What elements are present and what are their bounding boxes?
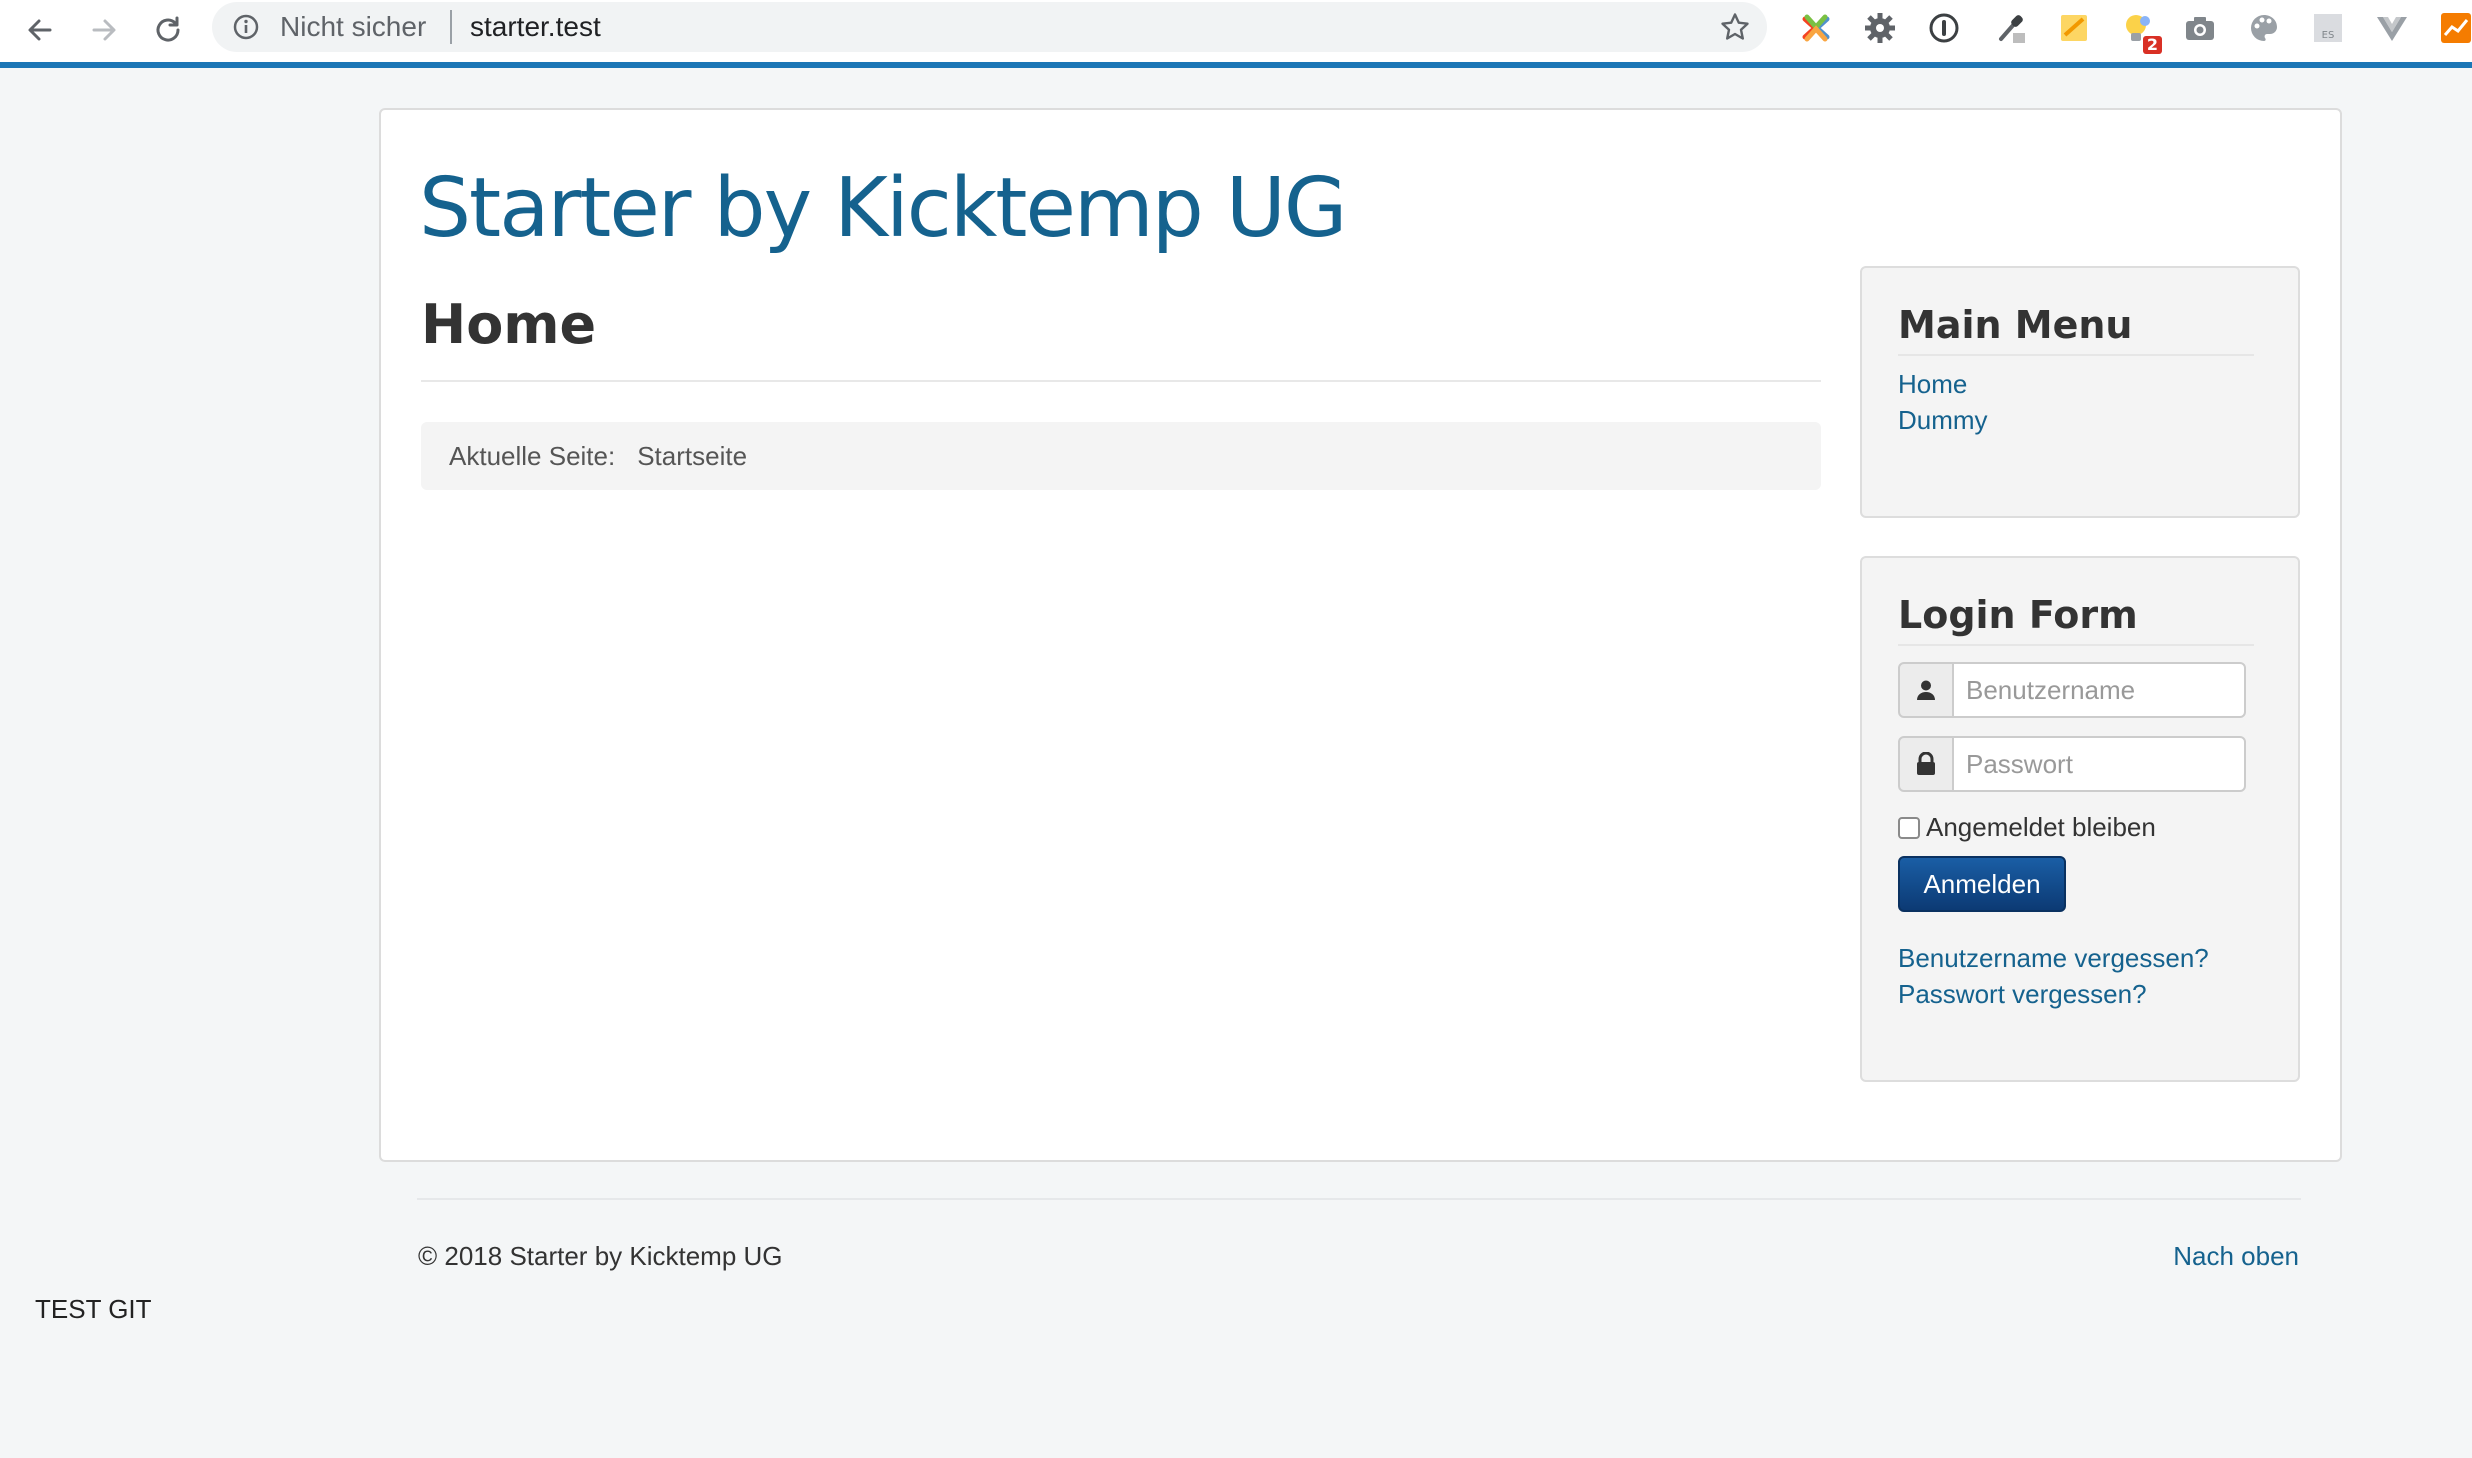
bookmark-star-icon[interactable] [1719, 11, 1751, 43]
page-title: Home [421, 293, 597, 356]
security-label[interactable]: Nicht sicher [280, 11, 426, 43]
es-icon: ES [2314, 14, 2342, 42]
footer-divider [417, 1198, 2301, 1200]
arrow-right-icon [92, 19, 116, 41]
lock-icon [1917, 752, 1935, 775]
menu-item-home[interactable]: Home [1898, 368, 1967, 400]
login-form-divider [1898, 644, 2254, 646]
breadcrumb: Aktuelle Seite: Startseite [421, 422, 1821, 490]
password-manager-extension[interactable] [1924, 8, 1964, 48]
notes-icon [2061, 15, 2087, 41]
vue-devtools-extension[interactable] [2372, 8, 2412, 48]
login-button[interactable]: Anmelden [1898, 856, 2066, 912]
chart-extension[interactable] [2436, 8, 2472, 48]
info-icon[interactable] [232, 13, 260, 41]
breadcrumb-current: Startseite [637, 440, 748, 471]
password-group [1898, 736, 2246, 792]
breadcrumb-label: Aktuelle Seite: [449, 440, 616, 471]
gear-extension[interactable] [1860, 8, 1900, 48]
main-menu-divider [1898, 354, 2254, 356]
username-addon [1898, 662, 1954, 718]
forgot-username-link[interactable]: Benutzername vergessen? [1898, 942, 2209, 974]
forgot-password-link[interactable]: Passwort vergessen? [1898, 978, 2147, 1010]
extension-badge: 2 [2142, 36, 2162, 54]
address-separator [450, 10, 452, 44]
back-button[interactable] [16, 6, 64, 54]
user-icon [1917, 680, 1935, 700]
reload-button[interactable] [144, 6, 192, 54]
eyedropper-icon [1999, 15, 2025, 43]
main-menu-module: Main Menu Home Dummy [1860, 266, 2300, 518]
remember-label[interactable]: Angemeldet bleiben [1926, 812, 2156, 843]
login-form-title: Login Form [1898, 593, 2138, 637]
palette-icon [2251, 15, 2277, 41]
password-addon [1898, 736, 1954, 792]
site-container: Starter by Kicktemp UG Home Aktuelle Sei… [379, 108, 2342, 1162]
main-menu-title: Main Menu [1898, 303, 2133, 347]
footer-copyright: © 2018 Starter by Kicktemp UG [418, 1241, 783, 1271]
browser-toolbar: Nicht sicher starter.test 2 ES [0, 0, 2472, 62]
chart-icon [2441, 13, 2471, 43]
forward-button[interactable] [80, 6, 128, 54]
password-input[interactable] [1952, 736, 2246, 792]
arrow-left-icon [28, 19, 52, 41]
gear-extension-icon [1865, 13, 1895, 43]
joomla-extension[interactable] [1796, 8, 1836, 48]
site-brand-link[interactable]: Starter by Kicktemp UG [419, 154, 1347, 264]
joomla-icon [1802, 14, 1830, 42]
camera-icon [2186, 17, 2214, 40]
eyedropper-extension[interactable] [1990, 8, 2030, 48]
back-to-top-link[interactable]: Nach oben [2173, 1240, 2299, 1272]
login-form-module: Login Form Angemeldet bleiben [1860, 556, 2300, 1082]
username-input[interactable] [1952, 662, 2246, 718]
lightbulb-extension[interactable]: 2 [2118, 8, 2162, 54]
url-text[interactable]: starter.test [470, 11, 601, 43]
address-bar[interactable]: Nicht sicher starter.test [212, 2, 1767, 52]
es-extension[interactable]: ES [2308, 8, 2348, 48]
vue-devtools-icon [2377, 17, 2407, 41]
palette-extension[interactable] [2244, 8, 2284, 48]
remember-checkbox[interactable] [1898, 816, 1920, 839]
password-manager-icon [1929, 13, 1959, 43]
remember-me[interactable]: Angemeldet bleiben [1898, 812, 2156, 843]
toolbar-accent-line [0, 62, 2472, 68]
debug-text: TEST GIT [35, 1294, 152, 1324]
menu-item-dummy[interactable]: Dummy [1898, 404, 1988, 436]
reload-icon [156, 16, 180, 42]
title-divider [421, 380, 1821, 382]
notes-extension[interactable] [2054, 8, 2094, 48]
svg-text:ES: ES [2322, 30, 2335, 41]
camera-extension[interactable] [2180, 8, 2220, 48]
username-group [1898, 662, 2246, 718]
